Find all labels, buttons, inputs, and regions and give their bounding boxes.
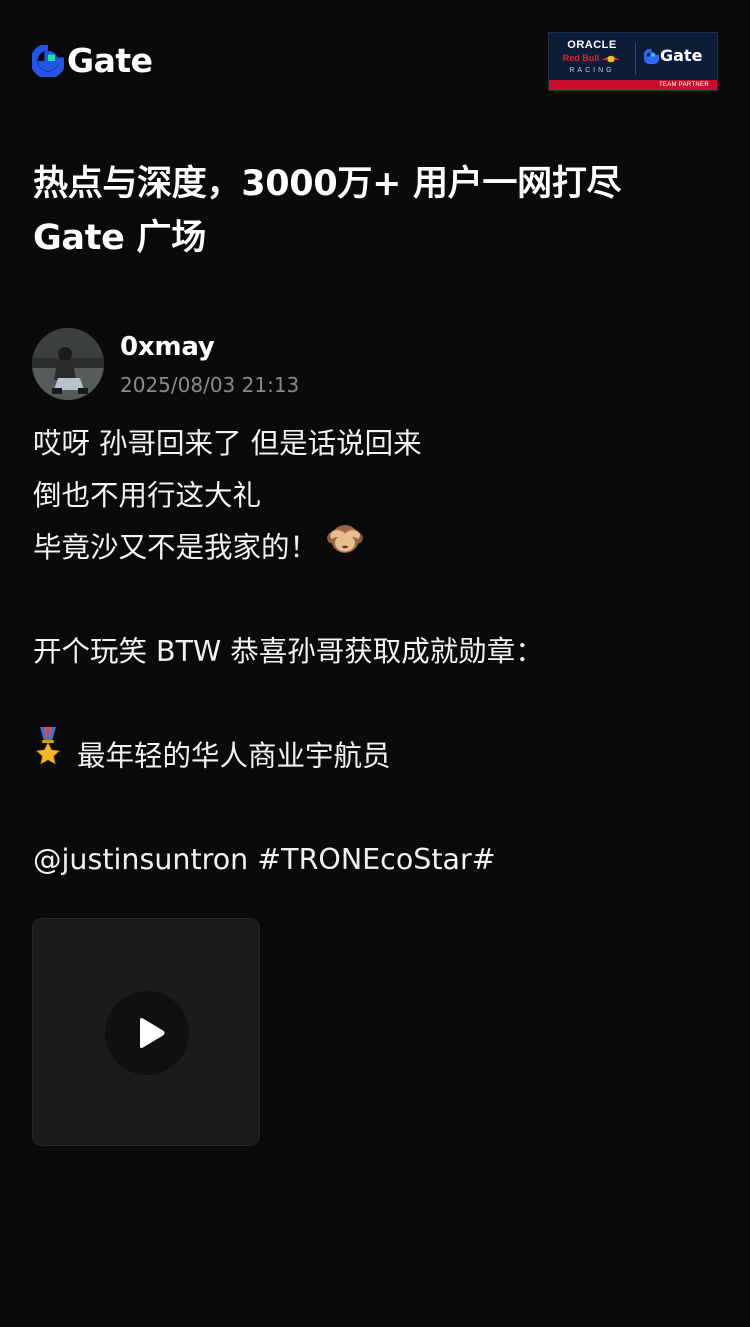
partner-gate-logo: Gate <box>644 46 702 66</box>
post-content: 哎呀 孙哥回来了 但是话说回来 倒也不用行这大礼 毕竟沙又不是我家的！ 开个玩笑… <box>33 418 723 886</box>
red-bull-row: Red Bull <box>557 53 627 64</box>
partner-divider <box>635 43 636 75</box>
post-line-5-text: 最年轻的华人商业宇航员 <box>77 739 391 773</box>
post-line-5: 最年轻的华人商业宇航员 <box>33 727 723 782</box>
partner-strip: TEAM PARTNER <box>549 80 717 90</box>
red-bull-text: Red Bull <box>562 53 600 63</box>
team-partner-text: TEAM PARTNER <box>658 82 709 88</box>
partner-gate-text: Gate <box>660 46 703 65</box>
avatar[interactable] <box>32 328 104 400</box>
gate-logo[interactable]: Gate <box>32 42 153 80</box>
post-line-1: 哎呀 孙哥回来了 但是话说回来 <box>33 427 422 460</box>
post-line-3: 毕竟沙又不是我家的！ <box>33 522 723 574</box>
oracle-text: ORACLE <box>567 39 617 51</box>
logo-text: Gate <box>67 41 153 80</box>
see-no-evil-monkey-icon <box>326 520 364 572</box>
post-line-3-text: 毕竟沙又不是我家的！ <box>33 531 319 564</box>
username[interactable]: 0xmay <box>120 331 215 363</box>
page-headline: 热点与深度，3000万+ 用户一网打尽 Gate 广场 <box>33 157 723 265</box>
header: Gate ORACLE Red Bull RACING Gate TEAM PA… <box>0 0 750 120</box>
partner-badge: ORACLE Red Bull RACING Gate TEAM PARTNER <box>548 32 718 91</box>
military-medal-icon <box>33 727 63 782</box>
gate-logo-small-icon <box>644 48 659 64</box>
video-thumbnail[interactable] <box>32 918 260 1146</box>
headline-line-1: 热点与深度，3000万+ 用户一网打尽 <box>33 164 622 204</box>
post-line-6: @justinsuntron #TRONEcoStar# <box>33 834 723 886</box>
gate-logo-icon <box>32 45 64 77</box>
headline-line-2: Gate 广场 <box>33 218 206 258</box>
oracle-red-bull-racing-logo: ORACLE Red Bull RACING <box>557 39 627 75</box>
avatar-image <box>32 328 104 400</box>
bull-icon <box>602 55 621 62</box>
user-mention-link[interactable]: @justinsuntron <box>33 843 248 876</box>
post-author: 0xmay 2025/08/03 21:13 <box>32 328 712 402</box>
post-line-2: 倒也不用行这大礼 <box>33 479 262 512</box>
racing-text: RACING <box>569 67 615 74</box>
post-line-4: 开个玩笑 BTW 恭喜孙哥获取成就勋章： <box>33 635 544 668</box>
play-icon <box>140 1018 165 1048</box>
post-timestamp: 2025/08/03 21:13 <box>120 373 300 397</box>
play-button[interactable] <box>105 991 189 1075</box>
hashtag-link[interactable]: #TRONEcoStar# <box>257 843 495 876</box>
